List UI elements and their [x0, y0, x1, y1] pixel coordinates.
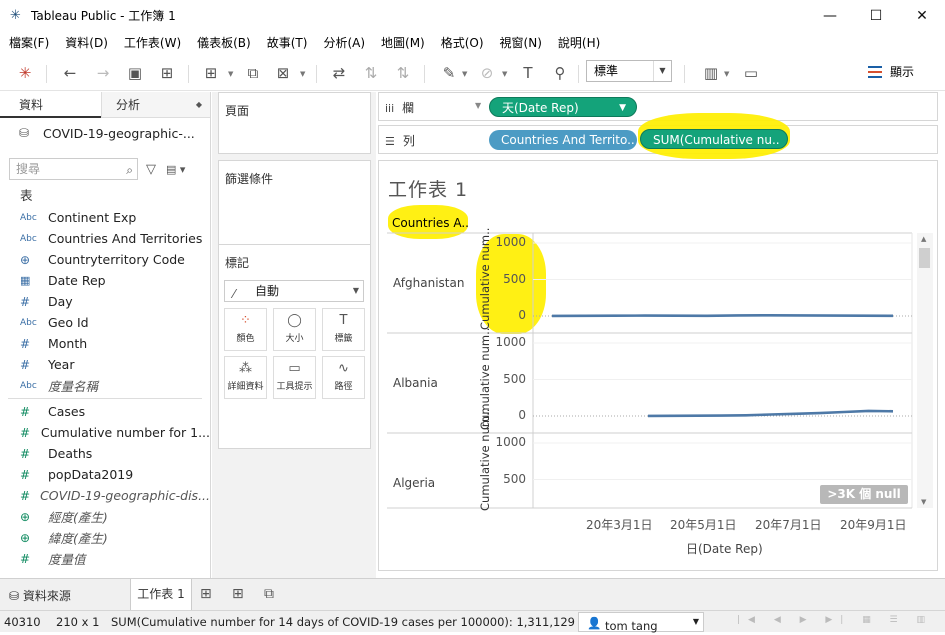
null-indicator-badge[interactable]: >3K 個 null	[820, 485, 908, 504]
series-line-afghanistan	[551, 313, 894, 318]
sheet-tab-bar: ⛁ 資料來源 工作表 1 ⊞ ⊞ ⧉	[0, 578, 945, 610]
tab-worksheet-1[interactable]: 工作表 1	[130, 579, 192, 610]
datasource-tab[interactable]: ⛁ 資料來源	[9, 587, 71, 604]
y-tick: 1000	[495, 235, 526, 249]
country-label-albania[interactable]: Albania	[393, 376, 438, 390]
user-icon: 👤	[587, 616, 602, 630]
y-tick: 1000	[495, 335, 526, 349]
user-account-select[interactable]: 👤 tom tang ▼	[578, 612, 704, 633]
x-tick: 20年9月1日	[840, 518, 907, 532]
y-axis-title: Cumulative num..	[478, 408, 492, 511]
x-tick: 20年3月1日	[586, 518, 653, 532]
y-tick: 1000	[495, 435, 526, 449]
vertical-scrollbar[interactable]: ▲ ▼	[917, 233, 933, 508]
status-dimensions: 210 x 1	[56, 615, 100, 629]
line-chart	[387, 232, 913, 509]
series-line-albania	[647, 409, 894, 418]
x-axis-title: 日(Date Rep)	[686, 542, 763, 556]
user-name: tom tang	[605, 619, 658, 633]
chart-grid	[387, 232, 913, 509]
status-mark-count: 40310	[4, 615, 41, 629]
sheet-navigation-arrows[interactable]: |◀ ◀ ▶ ▶| ▦ ☰ ▥	[737, 615, 933, 625]
x-tick: 20年7月1日	[755, 518, 822, 532]
scrollbar-thumb[interactable]	[919, 248, 930, 268]
y-tick: 0	[518, 308, 526, 322]
new-story-tab-icon[interactable]: ⧉	[264, 586, 274, 602]
datasource-tab-icon: ⛁	[9, 589, 23, 603]
status-bar: 40310 210 x 1 SUM(Cumulative number for …	[0, 610, 945, 633]
new-worksheet-tab-icon[interactable]: ⊞	[200, 586, 212, 602]
country-label-afghanistan[interactable]: Afghanistan	[393, 276, 464, 290]
status-sum: SUM(Cumulative number for 14 days of COV…	[111, 615, 575, 629]
country-label-algeria[interactable]: Algeria	[393, 476, 435, 490]
datasource-tab-label: 資料來源	[22, 589, 71, 603]
y-tick: 0	[518, 408, 526, 422]
scroll-up-icon[interactable]: ▲	[921, 235, 926, 243]
chevron-down-icon: ▼	[692, 617, 699, 626]
new-dashboard-tab-icon[interactable]: ⊞	[232, 586, 244, 602]
scroll-down-icon[interactable]: ▼	[921, 498, 926, 506]
chart-lines	[551, 313, 894, 418]
y-tick: 500	[503, 372, 526, 386]
x-tick: 20年5月1日	[670, 518, 737, 532]
y-tick: 500	[503, 472, 526, 486]
y-tick: 500	[503, 272, 526, 286]
